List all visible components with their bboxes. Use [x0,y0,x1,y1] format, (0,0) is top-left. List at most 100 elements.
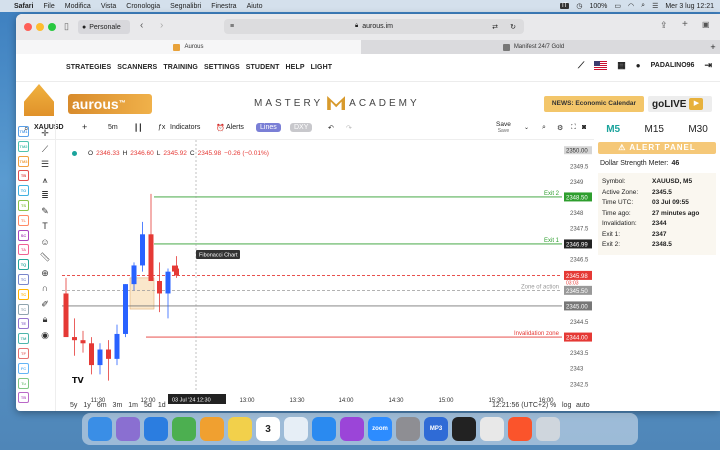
alerts-button[interactable]: Alerts [226,124,244,131]
custom-tool-4-icon[interactable]: TO [18,185,29,197]
nav-light[interactable]: LIGHT [311,64,333,71]
custom-tool-16-icon[interactable]: FC [18,362,29,374]
settings-icon[interactable]: ⚙ [557,124,563,132]
snapshot-icon[interactable]: ◙ [582,124,586,131]
nav-scanners[interactable]: SCANNERS [117,64,157,71]
menu-app-name[interactable]: Safari [14,3,33,10]
custom-tool-10-icon[interactable]: TC [18,273,29,285]
range-1y[interactable]: 1y [83,402,90,409]
eye-icon[interactable]: ◉ [38,328,52,344]
undo-icon[interactable]: ↶ [328,124,334,132]
text-icon[interactable]: T [38,219,52,235]
dock-scanner-icon[interactable] [480,417,504,441]
nav-strategies[interactable]: STRATEGIES [66,64,111,71]
custom-tool-9-icon[interactable]: TQ [18,259,29,271]
range-1m[interactable]: 1m [128,402,138,409]
chart-trend-icon[interactable]: ⟋ [578,60,584,71]
price-chart[interactable]: 23502349.523492348.523482347.523472346.5… [62,140,592,404]
custom-tool-5-icon[interactable]: TS [18,199,29,211]
wifi-icon[interactable]: ◠ [628,2,634,10]
range-6m[interactable]: 6m [97,402,107,409]
horizontal-lines-icon[interactable]: ☰ [38,157,52,173]
magnet-icon[interactable]: ∩ [38,281,52,297]
translate-icon[interactable]: ⇄ [492,23,498,31]
menubar-datetime[interactable]: Mer 3 lug 12:21 [665,3,714,10]
tab-overview-icon[interactable]: ▣ [702,20,710,29]
battery-percent[interactable]: 100% [590,3,608,10]
custom-tool-18-icon[interactable]: TB [18,392,29,404]
custom-tool-11-icon[interactable]: TC [18,288,29,300]
custom-tool-2-icon[interactable]: TM3 [18,155,29,167]
custom-tool-14-icon[interactable]: TM [18,333,29,345]
profile-button[interactable]: ● Personale [78,20,130,34]
dock-photos-icon[interactable] [200,417,224,441]
lock-icon[interactable]: 🔒︎ [38,312,52,328]
crosshair-icon[interactable]: ✛ [38,126,52,142]
fullscreen-icon[interactable]: ⛶ [571,124,576,132]
utc-clock[interactable]: 12:21:56 (UTC+2) [492,402,548,409]
range-1d[interactable]: 1d [158,402,166,409]
logout-icon[interactable]: ⇥ [704,60,712,71]
dxy-toggle[interactable]: DXY [290,123,313,132]
us-flag-icon[interactable] [594,61,608,70]
menu-vista[interactable]: Vista [101,3,116,10]
zoom-icon[interactable]: ⊕ [38,266,52,282]
dock-launchpad-icon[interactable] [116,417,140,441]
control-center-icon[interactable]: ☰ [652,2,658,10]
custom-tool-8-icon[interactable]: TA [18,244,29,256]
zoom-window-button[interactable] [48,23,56,31]
nav-settings[interactable]: SETTINGS [204,64,240,71]
battery-icon[interactable]: ▭ [614,2,621,10]
dock-tv-icon[interactable] [452,417,476,441]
pattern-icon[interactable]: ⩚ [38,173,52,189]
range-5d[interactable]: 5d [144,402,152,409]
dock-settings-icon[interactable] [396,417,420,441]
dock-zoom-icon[interactable]: zoom [368,417,392,441]
username[interactable]: PADALINO96 [651,62,695,69]
clock-icon[interactable]: ◷ [576,2,582,10]
dock-maps-icon[interactable] [172,417,196,441]
menu-modifica[interactable]: Modifica [65,3,91,10]
custom-tool-15-icon[interactable]: TF [18,347,29,359]
brand-badge[interactable]: aurous™ [68,94,152,114]
address-bar[interactable]: 🔒︎ aurous.im ≡ ⇄ ↻ [224,19,524,34]
minimize-window-button[interactable] [36,23,44,31]
interval-selector[interactable]: 5m [108,124,118,131]
redo-icon[interactable]: ↷ [346,124,352,132]
candle-type-icon[interactable]: ┃┃ [134,124,142,132]
quick-search-icon[interactable]: ⌕ [542,124,546,132]
dock-3-icon[interactable]: 3 [256,417,280,441]
new-tab-icon[interactable]: + [682,19,688,30]
indicators-icon[interactable]: ƒx [158,124,165,131]
brush-icon[interactable]: ✎ [38,204,52,220]
lines-toggle[interactable]: Lines [256,123,281,132]
nav-training[interactable]: TRAINING [163,64,198,71]
fib-icon[interactable]: ≣ [38,188,52,204]
menu-file[interactable]: File [43,3,54,10]
dock-trash-icon[interactable] [536,417,560,441]
menu-cronologia[interactable]: Cronologia [126,3,160,10]
news-calendar-button[interactable]: NEWS: Economic Calendar [544,96,644,112]
back-icon[interactable]: ‹ [140,20,143,31]
nav-help[interactable]: HELP [286,64,305,71]
auto-toggle[interactable]: auto [576,402,590,409]
range-5y[interactable]: 5y [70,402,77,409]
dock-brave-icon[interactable] [508,417,532,441]
custom-tool-12-icon[interactable]: TC [18,303,29,315]
dock-finder-icon[interactable] [88,417,112,441]
tab-aurous[interactable]: Aurous [16,40,361,54]
tab-add-icon[interactable]: + [706,40,720,54]
ruler-icon[interactable]: 📏︎ [38,250,52,266]
custom-tool-7-icon[interactable]: SC [18,229,29,241]
tab-manifest[interactable]: Manifest 24/7 Gold [361,40,706,54]
alarm-clock-icon[interactable]: ⏰ [216,124,225,132]
tab-m30[interactable]: M30 [688,124,707,138]
custom-tool-0-icon[interactable]: TM1 [18,126,29,137]
calculator-icon[interactable]: ▦ [617,60,626,71]
add-symbol-icon[interactable]: + [82,122,87,132]
save-button[interactable]: Save Save [496,121,511,135]
share-icon[interactable]: ⇪ [660,20,668,31]
custom-tool-13-icon[interactable]: TE [18,318,29,330]
aurous-logo[interactable] [24,84,54,116]
menu-segnalibri[interactable]: Segnalibri [170,3,201,10]
